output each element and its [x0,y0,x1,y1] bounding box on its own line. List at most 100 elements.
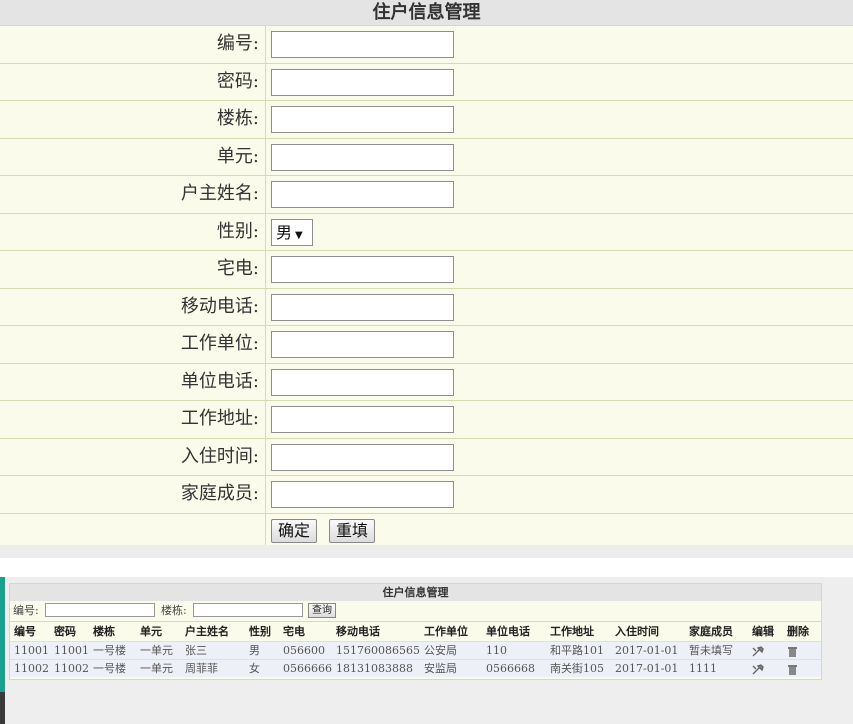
search-row: 编号: 楼栋: 查询 [10,601,821,622]
cell-move-in-date: 2017-01-01 [615,662,679,675]
unit-label: 单元: [0,138,266,175]
move-in-date-field[interactable] [271,443,454,471]
work-phone-label: 单位电话: [0,363,266,400]
cell-owner-name: 周菲菲 [185,662,218,675]
edit-icon[interactable] [752,660,764,677]
list-title: 住户信息管理 [10,584,821,601]
building-label: 楼栋: [0,101,266,138]
cell-move-in-date: 2017-01-01 [615,644,679,657]
form-row-unit: 单元: [0,137,853,175]
cell-owner-name: 张三 [185,644,207,657]
cell-id: 11002 [14,662,49,675]
family-members-field[interactable] [271,481,454,508]
resident-form: 住户信息管理 编号: 密码: 楼栋: 单元: 户主姓名: 性别: 男▼ 宅电: [0,0,853,558]
col-header: 工作地址 [550,625,594,638]
owner-name-label: 户主姓名: [0,176,266,213]
col-header: 编辑 [752,625,774,638]
confirm-button[interactable]: 确定 [271,518,318,543]
form-row-gender: 性别: 男 ▼ [0,212,853,250]
form-row-move-in-date: 入住时间: [0,437,853,475]
employer-label: 工作单位: [0,326,266,363]
search-building-label: 楼栋: [161,604,187,617]
col-header: 单位电话 [486,625,530,638]
search-id-label: 编号: [13,604,39,617]
form-row-building: 楼栋: [0,100,853,138]
cell-building: 一号楼 [93,662,126,675]
search-id-input[interactable] [45,603,155,617]
trash-icon[interactable] [788,660,797,677]
cell-employer: 公安局 [424,644,457,657]
gender-select[interactable]: 男 ▼ [271,218,313,246]
cell-password: 11001 [54,644,89,657]
owner-name-field[interactable] [271,181,454,208]
family-members-label: 家庭成员: [0,476,266,513]
col-header: 家庭成员 [689,625,733,638]
edit-icon[interactable] [752,642,764,659]
trash-icon[interactable] [788,642,797,659]
table-row: 11002 11002 一号楼 一单元 周菲菲 女 0566666 181310… [10,659,821,677]
cell-home-phone: 056600 [283,644,325,657]
form-title: 住户信息管理 [0,0,853,25]
cell-password: 11002 [54,662,89,675]
query-button[interactable]: 查询 [308,603,336,618]
form-row-family-members: 家庭成员: [0,475,853,513]
chevron-down-icon: ▼ [295,229,303,241]
table-header-row: 编号 密码 楼栋 单元 户主姓名 性别 宅电 移动电话 工作单位 单位电话 工作… [10,622,821,641]
id-field[interactable] [271,31,454,58]
cell-building: 一号楼 [93,644,126,657]
cell-work-phone: 110 [486,644,507,657]
gender-value: 男 [276,222,293,242]
unit-field[interactable] [271,143,454,171]
cell-work-address: 南关街105 [550,662,604,675]
reset-button[interactable]: 重填 [329,518,376,543]
gender-label: 性别: [0,213,266,250]
employer-field[interactable] [271,331,454,358]
work-address-field[interactable] [271,406,454,433]
form-row-actions: 确定 重填 [0,512,853,546]
cell-family-members: 暂未填写 [689,644,733,657]
form-row-employer: 工作单位: [0,325,853,363]
form-row-work-address: 工作地址: [0,400,853,438]
form-row-home-phone: 宅电: [0,250,853,288]
col-header: 入住时间 [615,625,659,638]
cell-family-members: 1111 [689,662,717,675]
form-row-owner-name: 户主姓名: [0,175,853,213]
col-header: 密码 [54,625,76,638]
col-header: 单元 [140,625,162,638]
search-building-input[interactable] [193,603,303,617]
resident-list-screenshot: 住户信息管理 编号: 楼栋: 查询 编号 密码 楼栋 单元 户主姓名 性别 宅电… [0,577,853,724]
col-header: 编号 [14,625,36,638]
password-label: 密码: [0,63,266,100]
sidebar-accent [0,577,5,692]
work-phone-field[interactable] [271,368,454,396]
cell-mobile: 151760086565 [336,644,420,657]
resident-list-panel: 住户信息管理 编号: 楼栋: 查询 编号 密码 楼栋 单元 户主姓名 性别 宅电… [9,583,822,680]
password-field[interactable] [271,68,454,96]
mobile-field[interactable] [271,293,454,321]
cell-unit: 一单元 [140,644,173,657]
cell-gender: 男 [249,644,260,657]
home-phone-field[interactable] [271,256,454,283]
building-field[interactable] [271,106,454,133]
cell-gender: 女 [249,662,260,675]
form-row-mobile: 移动电话: [0,287,853,325]
home-phone-label: 宅电: [0,251,266,288]
form-row-password: 密码: [0,62,853,100]
actions-label-cell [0,513,266,546]
resident-table: 编号 密码 楼栋 单元 户主姓名 性别 宅电 移动电话 工作单位 单位电话 工作… [10,622,821,677]
mobile-label: 移动电话: [0,288,266,325]
col-header: 工作单位 [424,625,468,638]
left-sidebar-strip [0,577,5,724]
col-header: 楼栋 [93,625,115,638]
work-address-label: 工作地址: [0,401,266,438]
cell-employer: 安监局 [424,662,457,675]
table-row: 11001 11001 一号楼 一单元 张三 男 056600 15176008… [10,641,821,659]
col-header: 删除 [787,625,809,638]
form-row-id: 编号: [0,25,853,63]
form-rows: 编号: 密码: 楼栋: 单元: 户主姓名: 性别: 男▼ 宅电: 移动电话: [0,25,853,546]
id-label: 编号: [0,26,266,63]
cell-work-address: 和平路101 [550,644,604,657]
col-header: 性别 [249,625,271,638]
form-row-work-phone: 单位电话: [0,362,853,400]
cell-unit: 一单元 [140,662,173,675]
